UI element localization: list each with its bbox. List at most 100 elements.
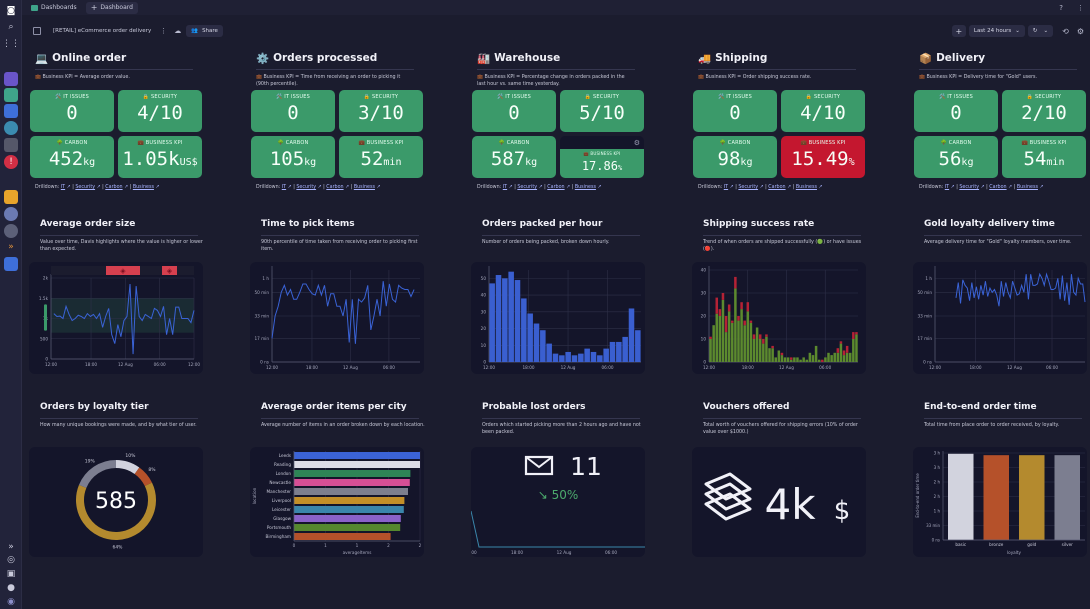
chart-time-to-pick-items[interactable]: 0 ns 17 min 33 min 50 min 1 h 12:00 18:00 12 Au…: [250, 262, 424, 374]
drilldown-link-business[interactable]: Business: [796, 185, 817, 190]
notebooks-icon[interactable]: [4, 104, 18, 118]
more-options-icon[interactable]: ⋮: [160, 27, 167, 35]
donut-slice-basic: [115, 460, 140, 475]
gear-icon[interactable]: [4, 224, 18, 238]
section-title: 💻 Online order: [25, 50, 201, 66]
kpi-tile-business[interactable]: 💼 BUSINESS KPI 15.49%: [781, 136, 865, 178]
history-icon[interactable]: ⟲: [1062, 27, 1069, 36]
bar-success: [817, 359, 821, 362]
chart-orders-by-loyalty-tier[interactable]: 10% 8% 64% 19% 585: [29, 447, 203, 557]
kpi-tile-security[interactable]: 🔒 SECURITY 3/10: [339, 90, 423, 132]
chart-probable-lost-orders[interactable]: 11 ↘ 50% 00 18:00 12 Aug 06:00: [470, 447, 645, 557]
settings-search-icon[interactable]: [4, 207, 18, 221]
chart-shipping-success-rate[interactable]: 0 10 20 30 40 12:00 18:00 12 Aug 06:00: [692, 262, 866, 374]
kpi-tile-security[interactable]: 🔒 SECURITY 5/10: [560, 90, 644, 132]
kpi-tile-carbon[interactable]: 🌳 CARBON 56kg: [914, 136, 998, 178]
drilldown-link-security[interactable]: Security: [517, 185, 537, 190]
drilldown-label: Drilldown:: [477, 185, 502, 190]
kpi-tile-business[interactable]: 💼 BUSINESS KPI 52min: [339, 136, 423, 178]
drilldown-link-security[interactable]: Security: [75, 185, 95, 190]
chart-gold-loyalty-delivery-time[interactable]: 0 ns 17 min 33 min 50 min 1 h 12:00 18:00 12 Au…: [913, 262, 1087, 374]
x-tick-label: 06:00: [602, 365, 614, 370]
kpi-tile-business[interactable]: 💼 BUSINESS KPI 54min: [1002, 136, 1086, 178]
app-cube-icon[interactable]: [4, 72, 18, 86]
drilldown-link-it[interactable]: IT: [282, 185, 286, 190]
services-icon[interactable]: [4, 121, 18, 135]
globe-icon[interactable]: ◎: [4, 553, 18, 567]
drilldown-link-business[interactable]: Business: [575, 185, 596, 190]
drilldown-link-security[interactable]: Security: [959, 185, 979, 190]
drilldown-link-carbon[interactable]: Carbon: [768, 185, 785, 190]
calendar-icon[interactable]: ▣: [4, 567, 18, 581]
refresh-button[interactable]: ↻ ⌄: [1027, 25, 1054, 37]
drilldown-link-business[interactable]: Business: [354, 185, 375, 190]
drilldown-link-business[interactable]: Business: [1017, 185, 1038, 190]
drilldown-link-it[interactable]: IT: [945, 185, 949, 190]
infrastructure-icon[interactable]: [4, 138, 18, 152]
drilldown-link-it[interactable]: IT: [503, 185, 507, 190]
settings-icon[interactable]: ⚙: [634, 139, 640, 147]
bar: [609, 341, 616, 362]
settings-icon[interactable]: ⚙: [1077, 27, 1084, 36]
kpi-tile-it-issues[interactable]: 🛠️ IT ISSUES 0: [251, 90, 335, 132]
drilldown-link-carbon[interactable]: Carbon: [326, 185, 343, 190]
kpi-tile-carbon[interactable]: 🌳 CARBON 587kg: [472, 136, 556, 178]
add-tile-button[interactable]: +: [951, 25, 966, 37]
tab-dashboards[interactable]: Dashboards: [26, 2, 82, 14]
y-tick-label: 30: [481, 309, 487, 314]
chart-vouchers-offered[interactable]: 4k $: [692, 447, 866, 557]
drilldown-link-carbon[interactable]: Carbon: [989, 185, 1006, 190]
hub-icon[interactable]: [4, 257, 18, 271]
folder-icon[interactable]: [4, 190, 18, 204]
kpi-label: 💼 BUSINESS KPI: [800, 140, 846, 146]
drilldown-link-carbon[interactable]: Carbon: [105, 185, 122, 190]
bar-success: [749, 322, 753, 362]
dashboards-app-icon[interactable]: [4, 88, 18, 102]
tab-dashboard[interactable]: + Dashboard: [85, 1, 138, 14]
kpi-label: 🛠️ IT ISSUES: [939, 94, 973, 100]
bar-success: [758, 339, 762, 362]
drilldown-link-carbon[interactable]: Carbon: [547, 185, 564, 190]
kpi-tile-security[interactable]: 🔒 SECURITY 2/10: [1002, 90, 1086, 132]
kpi-tile-it-issues[interactable]: 🛠️ IT ISSUES 0: [693, 90, 777, 132]
kpi-tile-carbon[interactable]: 🌳 CARBON 98kg: [693, 136, 777, 178]
chart-end-to-end-order-time[interactable]: 0 ns 33 min 1 h 2 h 2 h 3 h 3 h basic bronze gold…: [913, 447, 1087, 557]
kpi-tile-carbon[interactable]: 🌳 CARBON 105kg: [251, 136, 335, 178]
bar-success: [783, 357, 787, 362]
kpi-tile-security[interactable]: 🔒 SECURITY 4/10: [118, 90, 202, 132]
external-link-icon: ↗: [345, 185, 350, 190]
user-avatar-icon[interactable]: ●: [4, 581, 18, 595]
app-logo-icon[interactable]: ◙: [4, 4, 18, 18]
timeframe-selector[interactable]: Last 24 hours ⌄: [968, 25, 1025, 37]
kpi-tile-security[interactable]: 🔒 SECURITY 4/10: [781, 90, 865, 132]
cloud-icon[interactable]: ☁: [174, 27, 181, 35]
kpi-tile-business[interactable]: ⚙ 💼 BUSINESS KPI 17.86%: [560, 136, 644, 178]
workflows-icon[interactable]: »: [4, 240, 18, 254]
search-icon[interactable]: ⌕: [4, 20, 18, 34]
chart-orders-packed-per-hour[interactable]: 0 10 20 30 40 50 12:00 18:00 12 Aug 06:00: [471, 262, 645, 374]
drilldown-link-business[interactable]: Business: [133, 185, 154, 190]
share-button[interactable]: 👥 Share: [186, 25, 223, 37]
problems-icon[interactable]: !: [4, 155, 18, 169]
apps-grid-icon[interactable]: ⋮⋮: [2, 37, 20, 51]
drilldown-link-security[interactable]: Security: [296, 185, 316, 190]
more-vertical-icon[interactable]: ⋮: [1077, 4, 1084, 12]
category-label: Birmingham: [265, 534, 291, 539]
kpi-tile-it-issues[interactable]: 🛠️ IT ISSUES 0: [30, 90, 114, 132]
kpi-tile-business[interactable]: 💼 BUSINESS KPI 1.05kUS$: [118, 136, 202, 178]
drilldown-link-security[interactable]: Security: [738, 185, 758, 190]
y-tick-label: 0 ns: [932, 538, 940, 543]
help-circle-icon[interactable]: ◉: [4, 595, 18, 609]
drilldown-link-it[interactable]: IT: [724, 185, 728, 190]
chart-average-order-size[interactable]: 05001k1.5k2k12:0018:0012 Aug06:0012:00◈◈: [29, 262, 203, 374]
kpi-tile-it-issues[interactable]: 🛠️ IT ISSUES 0: [914, 90, 998, 132]
expand-icon[interactable]: »: [4, 540, 18, 554]
kpi-tile-carbon[interactable]: 🌳 CARBON 452kg: [30, 136, 114, 178]
series-line: [271, 281, 415, 344]
sidebar-toggle-icon[interactable]: [33, 27, 41, 35]
chart-average-order-items-per-city[interactable]: 0 1 1 2 2 Leeds Reading London Newcastle Manchest…: [250, 447, 424, 557]
drilldown-link-it[interactable]: IT: [61, 185, 65, 190]
kpi-tile-it-issues[interactable]: 🛠️ IT ISSUES 0: [472, 90, 556, 132]
section-title-text: Orders processed: [273, 52, 378, 64]
help-icon[interactable]: ?: [1059, 4, 1063, 12]
